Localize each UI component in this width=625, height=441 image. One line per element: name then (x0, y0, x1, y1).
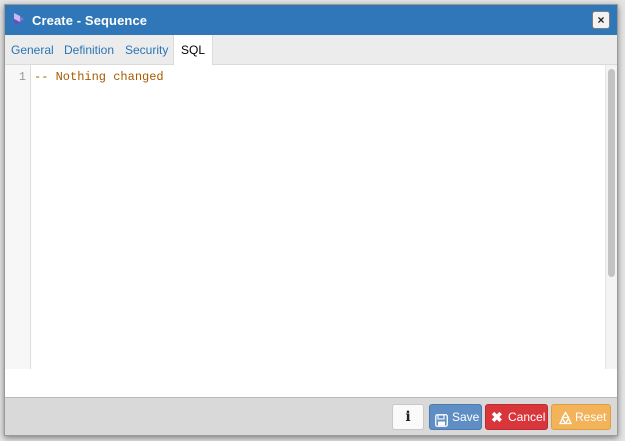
tab-definition[interactable]: Definition (64, 35, 114, 65)
create-sequence-dialog: Create - Sequence × General Definition S… (4, 4, 618, 436)
tab-security[interactable]: Security (125, 35, 168, 65)
close-icon: ✖ (491, 409, 503, 425)
sql-editor[interactable]: 1 -- Nothing changed (5, 65, 617, 369)
cancel-label: Cancel (508, 410, 546, 424)
dialog-titlebar: Create - Sequence × (5, 5, 617, 35)
close-icon: × (597, 13, 605, 27)
save-button[interactable]: Save (429, 404, 482, 430)
dialog-title: Create - Sequence (32, 13, 148, 28)
info-icon: i (405, 409, 411, 425)
reset-button[interactable]: Reset (551, 404, 611, 430)
save-icon (435, 411, 448, 427)
close-button[interactable]: × (592, 11, 610, 29)
line-number-gutter: 1 (5, 65, 31, 369)
line-number: 1 (18, 70, 26, 84)
sequence-icon (11, 11, 27, 27)
tab-sql[interactable]: SQL (173, 35, 214, 66)
info-button[interactable]: i (392, 404, 424, 430)
reset-label: Reset (575, 410, 607, 424)
scrollbar-thumb[interactable] (608, 69, 615, 277)
tab-bar: General Definition Security SQL (5, 35, 617, 66)
dialog-footer: i Save ✖ Cancel Reset (5, 397, 617, 435)
recycle-icon (558, 410, 573, 425)
editor-scrollbar[interactable] (605, 65, 617, 369)
save-label: Save (452, 410, 480, 424)
code-line: -- Nothing changed (34, 70, 164, 84)
tab-general[interactable]: General (11, 35, 54, 65)
cancel-button[interactable]: ✖ Cancel (485, 404, 548, 430)
